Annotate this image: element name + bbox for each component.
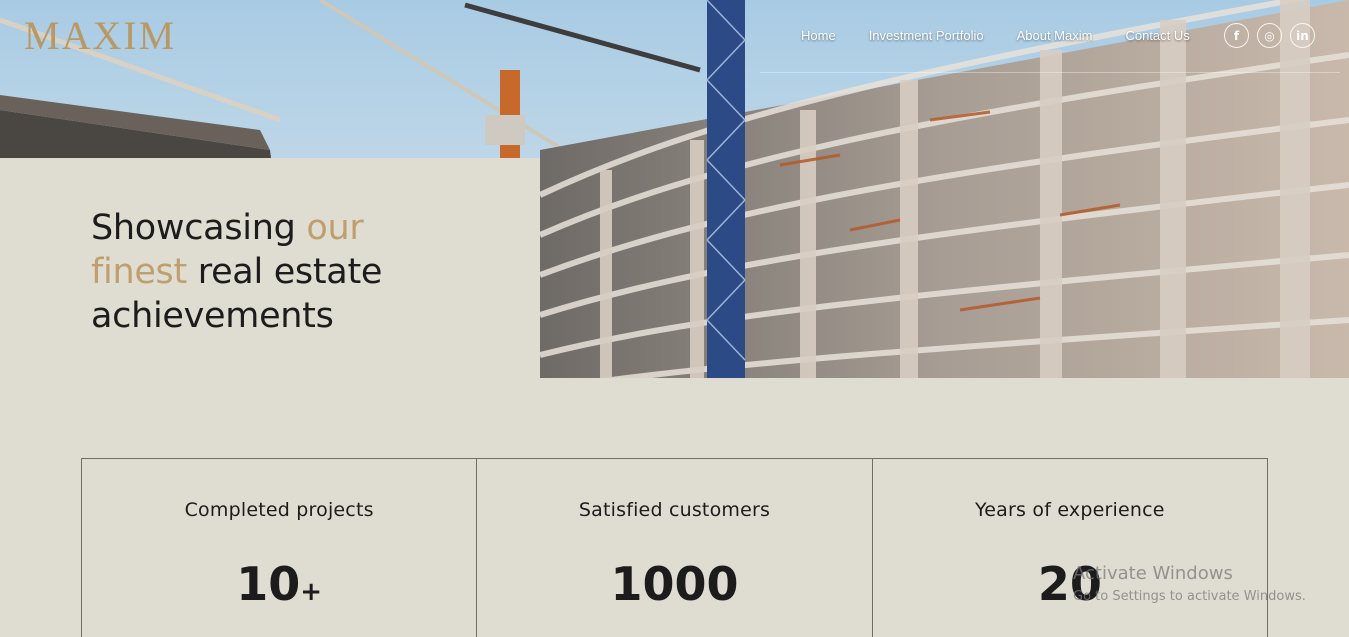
stat-number: 1000 (610, 557, 739, 611)
stat-completed-projects: Completed projects 10+ (82, 459, 478, 637)
headline-accent: finest (91, 252, 187, 292)
watermark-subtitle: Go to Settings to activate Windows. (1073, 589, 1306, 604)
social-links: f ◎ in (1224, 23, 1315, 48)
stat-years-experience: Years of experience 20 (873, 459, 1267, 637)
hero-headline: Showcasing our finest real estate achiev… (91, 206, 511, 338)
stat-number: 10 (236, 557, 301, 611)
header-divider (760, 72, 1340, 73)
stat-label: Completed projects (184, 499, 374, 521)
facebook-icon[interactable]: f (1224, 23, 1249, 48)
main-navigation: Home Investment Portfolio About Maxim Co… (801, 27, 1190, 45)
headline-text: achievements (91, 296, 334, 336)
nav-contact-us-link[interactable]: Contact Us (1125, 27, 1189, 45)
headline-text: real estate (186, 252, 383, 292)
stats-section: Completed projects 10+ Satisfied custome… (81, 458, 1268, 637)
nav-investment-portfolio-link[interactable]: Investment Portfolio (869, 27, 984, 45)
stat-suffix: + (300, 577, 323, 607)
stat-label: Satisfied customers (578, 499, 771, 521)
maxim-logo[interactable]: MAXIM (24, 14, 176, 58)
headline-card: Showcasing our finest real estate achiev… (0, 158, 540, 378)
watermark-title: Activate Windows (1073, 563, 1233, 584)
stat-value: 1000 (477, 557, 871, 611)
nav-about-maxim-link[interactable]: About Maxim (1017, 27, 1093, 45)
nav-home-link[interactable]: Home (801, 27, 836, 45)
linkedin-icon[interactable]: in (1290, 23, 1315, 48)
headline-accent: our (306, 208, 364, 248)
headline-text: Showcasing (91, 208, 307, 248)
stat-satisfied-customers: Satisfied customers 1000 (477, 459, 873, 637)
stat-label: Years of experience (975, 499, 1165, 521)
instagram-icon[interactable]: ◎ (1257, 23, 1282, 48)
activate-windows-watermark: Activate Windows Go to Settings to activ… (1073, 563, 1306, 607)
stat-value: 10+ (82, 557, 476, 611)
